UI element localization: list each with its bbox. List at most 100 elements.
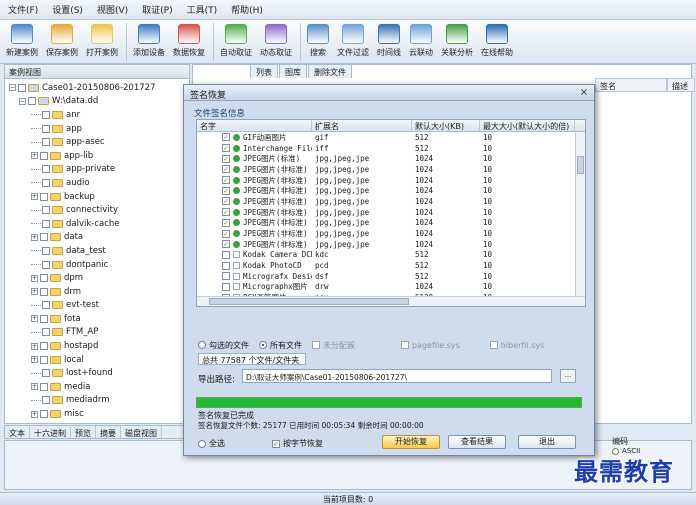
tree-checkbox[interactable]: [42, 246, 50, 255]
tab-preview[interactable]: 预览: [71, 426, 96, 438]
radio[interactable]: [198, 341, 206, 349]
tree-checkbox[interactable]: [40, 233, 48, 242]
toolbar-button[interactable]: 保存案例: [46, 20, 78, 58]
tree-node[interactable]: + drm: [5, 285, 189, 299]
table-row[interactable]: ✓ JPEG图片(非标准) jpg,jpeg,jpe 1024 10: [197, 239, 585, 250]
column-signature[interactable]: 签名: [595, 78, 667, 92]
toolbar-button[interactable]: 自动取证: [220, 20, 252, 58]
tree-node[interactable]: FTM_AP: [5, 326, 189, 340]
menu-item[interactable]: 工具(T): [187, 3, 218, 16]
tab-deleted-files[interactable]: 删除文件: [308, 64, 352, 78]
select-all[interactable]: 全选: [198, 438, 225, 449]
tree-checkbox[interactable]: [18, 83, 26, 92]
tab-summary[interactable]: 摘要: [96, 426, 121, 438]
tab-text[interactable]: 文本: [5, 426, 30, 438]
tree-node[interactable]: evt-test: [5, 299, 189, 313]
tree-checkbox[interactable]: [40, 287, 48, 296]
column-default-size[interactable]: 默认大小(KB): [412, 120, 480, 131]
tree-node[interactable]: + media: [5, 380, 189, 394]
tree-checkbox[interactable]: [28, 97, 36, 106]
start-recovery-button[interactable]: 开始恢复: [382, 435, 440, 449]
tree-node[interactable]: app-private: [5, 163, 189, 177]
tree-node[interactable]: dalvik-cache: [5, 217, 189, 231]
tree-node[interactable]: + app-lib: [5, 149, 189, 163]
tree-checkbox[interactable]: [40, 410, 48, 419]
expand-icon[interactable]: −: [19, 97, 26, 105]
checkbox-checked[interactable]: ✓: [222, 144, 230, 153]
view-results-button[interactable]: 查看结果: [448, 435, 506, 449]
tree-node[interactable]: + dpm: [5, 271, 189, 285]
checkbox-checked[interactable]: ✓: [222, 240, 230, 249]
table-row[interactable]: ✓ JPEG图片(标准) jpg,jpeg,jpe 1024 10: [197, 153, 585, 164]
expand-icon[interactable]: +: [31, 274, 38, 282]
tree-checkbox[interactable]: [40, 151, 48, 160]
table-row[interactable]: Micrografx Desig dsf 512 10: [197, 271, 585, 282]
checkbox[interactable]: [312, 341, 320, 349]
expand-icon[interactable]: −: [9, 84, 16, 92]
table-row[interactable]: ✓ JPEG图片(非标准) jpg,jpeg,jpe 1024 10: [197, 207, 585, 218]
tree-node[interactable]: + misc: [5, 407, 189, 421]
toolbar-button[interactable]: 新建案例: [6, 20, 38, 58]
toolbar-button[interactable]: 数据恢复: [173, 20, 205, 58]
tree-checkbox[interactable]: [42, 369, 50, 378]
tree-checkbox[interactable]: [40, 342, 48, 351]
tree-node[interactable]: app-asec: [5, 135, 189, 149]
tree-checkbox[interactable]: [42, 396, 50, 405]
radio[interactable]: [198, 439, 206, 448]
tree-checkbox[interactable]: [40, 382, 48, 391]
option-unallocated[interactable]: 未分配簇: [312, 340, 355, 351]
horizontal-scrollbar[interactable]: [197, 296, 585, 306]
table-row[interactable]: ✓ Interchange File iff 512 10: [197, 143, 585, 154]
checkbox-checked[interactable]: ✓: [222, 154, 230, 163]
table-row[interactable]: Micrographx图片 drw 1024 10: [197, 282, 585, 293]
checkbox-checked[interactable]: ✓: [272, 439, 280, 448]
table-row[interactable]: ✓ JPEG图片(非标准) jpg,jpeg,jpe 1024 10: [197, 218, 585, 229]
toolbar-button[interactable]: 打开案例: [86, 20, 118, 58]
option-checked-files[interactable]: 勾选的文件: [198, 340, 249, 351]
tree-node[interactable]: audio: [5, 176, 189, 190]
tab-gallery[interactable]: 图库: [279, 64, 307, 78]
tree-node[interactable]: dontpanic: [5, 258, 189, 272]
option-all-files[interactable]: 所有文件: [259, 340, 302, 351]
tree-node[interactable]: + hostapd: [5, 339, 189, 353]
table-row[interactable]: ✓ JPEG图片(非标准) jpg,jpeg,jpe 1024 10: [197, 185, 585, 196]
expand-icon[interactable]: +: [31, 288, 38, 296]
table-row[interactable]: ✓ GIF动画图片 gif 512 10: [197, 132, 585, 143]
toolbar-button[interactable]: 关联分析: [441, 20, 473, 58]
tree-node[interactable]: + data: [5, 231, 189, 245]
checkbox[interactable]: [489, 341, 498, 349]
table-row[interactable]: ✓ JPEG图片(非标准) jpg,jpeg,jpe 1024 10: [197, 228, 585, 239]
by-byte-recovery[interactable]: ✓ 按字节恢复: [272, 438, 323, 449]
expand-icon[interactable]: +: [31, 315, 38, 323]
toolbar-button[interactable]: 文件过滤: [337, 20, 369, 58]
tree-node[interactable]: lost+found: [5, 366, 189, 380]
toolbar-button[interactable]: 动态取证: [260, 20, 292, 58]
tree-checkbox[interactable]: [42, 206, 50, 215]
expand-icon[interactable]: +: [31, 233, 38, 241]
tree-checkbox[interactable]: [42, 260, 50, 269]
toolbar-button[interactable]: 搜索: [307, 20, 329, 58]
tree-node[interactable]: − Case01-20150806-201727: [5, 81, 189, 95]
checkbox[interactable]: [222, 250, 230, 259]
checkbox-checked[interactable]: ✓: [222, 229, 230, 238]
tab-list[interactable]: 列表: [250, 64, 278, 78]
expand-icon[interactable]: +: [31, 193, 38, 201]
expand-icon[interactable]: +: [31, 342, 38, 350]
tab-disk-view[interactable]: 磁盘视图: [121, 426, 162, 438]
toolbar-button[interactable]: 云联动: [409, 20, 433, 58]
scroll-thumb[interactable]: [209, 298, 409, 305]
tree-checkbox[interactable]: [42, 178, 50, 187]
tree-checkbox[interactable]: [42, 124, 50, 133]
browse-button[interactable]: ...: [560, 369, 576, 383]
column-name[interactable]: 名字: [197, 120, 312, 131]
tree-node[interactable]: − W:\data.dd: [5, 95, 189, 109]
table-row[interactable]: Kodak PhotoCD pcd 512 10: [197, 260, 585, 271]
vertical-scrollbar[interactable]: [575, 132, 585, 296]
menu-item[interactable]: 帮助(H): [231, 3, 263, 16]
tree-checkbox[interactable]: [42, 328, 50, 337]
toolbar-button[interactable]: 在线帮助: [481, 20, 513, 58]
column-extension[interactable]: 扩展名: [312, 120, 412, 131]
tab-hex[interactable]: 十六进制: [30, 426, 71, 438]
table-row[interactable]: Kodak Camera DCD kdc 512 10: [197, 250, 585, 261]
checkbox-checked[interactable]: ✓: [222, 133, 230, 142]
